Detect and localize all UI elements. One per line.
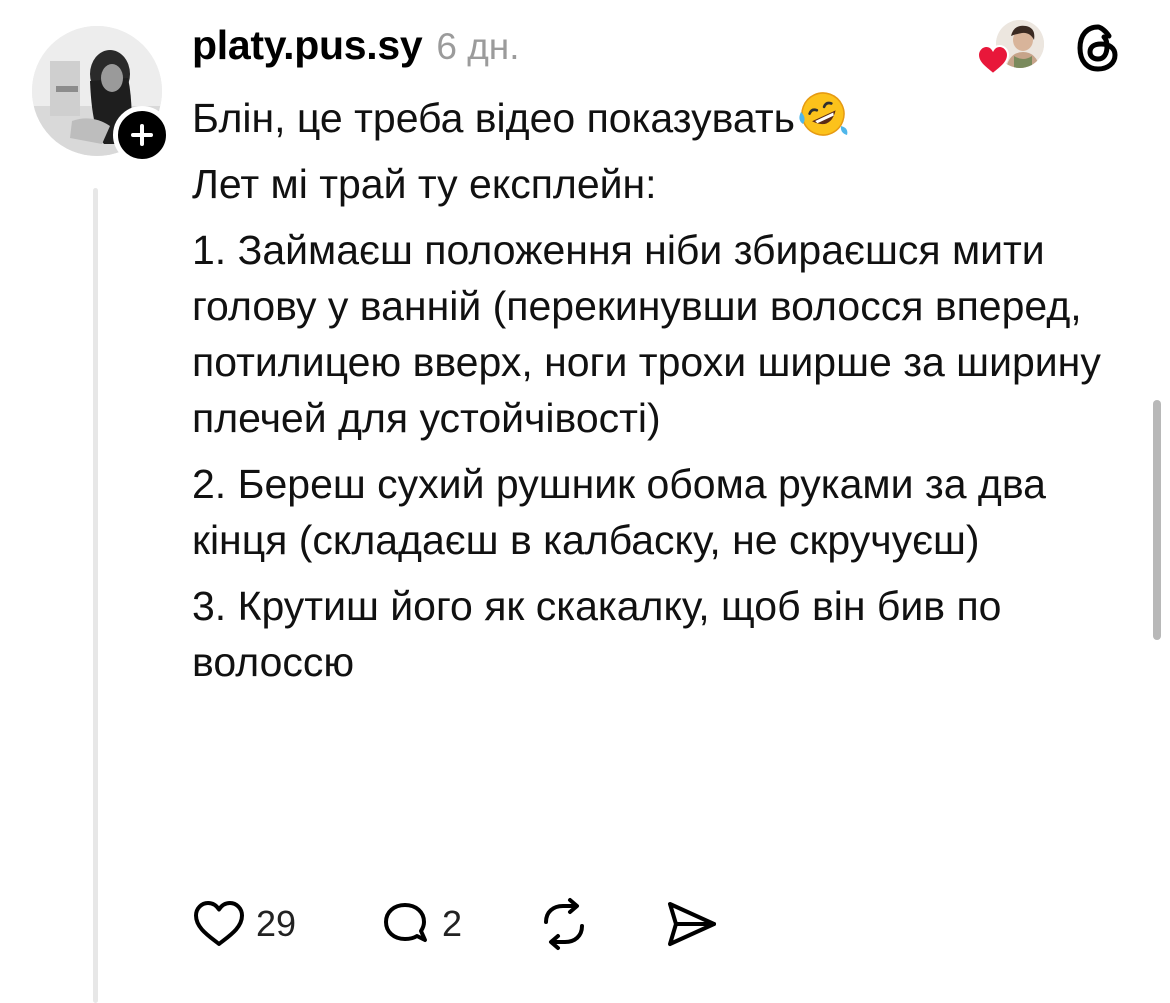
- heart-outline-icon: [194, 901, 244, 946]
- scrollbar[interactable]: [1153, 400, 1161, 640]
- reply-button[interactable]: 2: [380, 894, 462, 954]
- like-count: 29: [256, 903, 297, 944]
- threads-post: platy.pus.sy 6 дн. Блін, це треба відео …: [0, 0, 1170, 1003]
- post-paragraph-5: 3. Крутиш його як скакалку, щоб він бив …: [192, 583, 1002, 685]
- post-paragraph-2: Лет мі трай ту експлейн:: [192, 161, 657, 207]
- share-button[interactable]: [664, 894, 720, 954]
- post-paragraph-4: 2. Береш сухий рушник обома руками за дв…: [192, 461, 1046, 563]
- like-button[interactable]: 29: [192, 894, 296, 954]
- post-body: Блін, це треба відео показувать Лет мі т…: [192, 90, 1142, 700]
- repost-icon: [544, 898, 584, 950]
- reply-count: 2: [442, 903, 463, 944]
- send-icon: [668, 902, 716, 946]
- post-text-line: Блін, це треба відео показувать: [192, 95, 795, 141]
- liked-by-author-indicator: [976, 20, 1050, 76]
- timestamp: 6 дн.: [436, 26, 520, 67]
- repost-button[interactable]: [536, 894, 592, 954]
- username[interactable]: platy.pus.sy: [192, 22, 423, 69]
- post-actions: 29 2: [192, 894, 752, 954]
- post-header: platy.pus.sy 6 дн.: [192, 22, 520, 76]
- post-paragraph-3: 1. Займаєш положення ніби збираєшся мити…: [192, 227, 1101, 441]
- rolling-laughing-emoji-icon: [799, 92, 848, 136]
- thread-connector-line: [93, 188, 98, 1003]
- post-paragraph-1: Блін, це треба відео показувать: [192, 90, 1142, 146]
- speech-bubble-icon: [384, 903, 427, 942]
- red-heart-icon: [976, 44, 1010, 76]
- threads-logo-icon[interactable]: [1074, 22, 1122, 74]
- plus-icon: [131, 124, 153, 146]
- follow-button[interactable]: [113, 106, 171, 164]
